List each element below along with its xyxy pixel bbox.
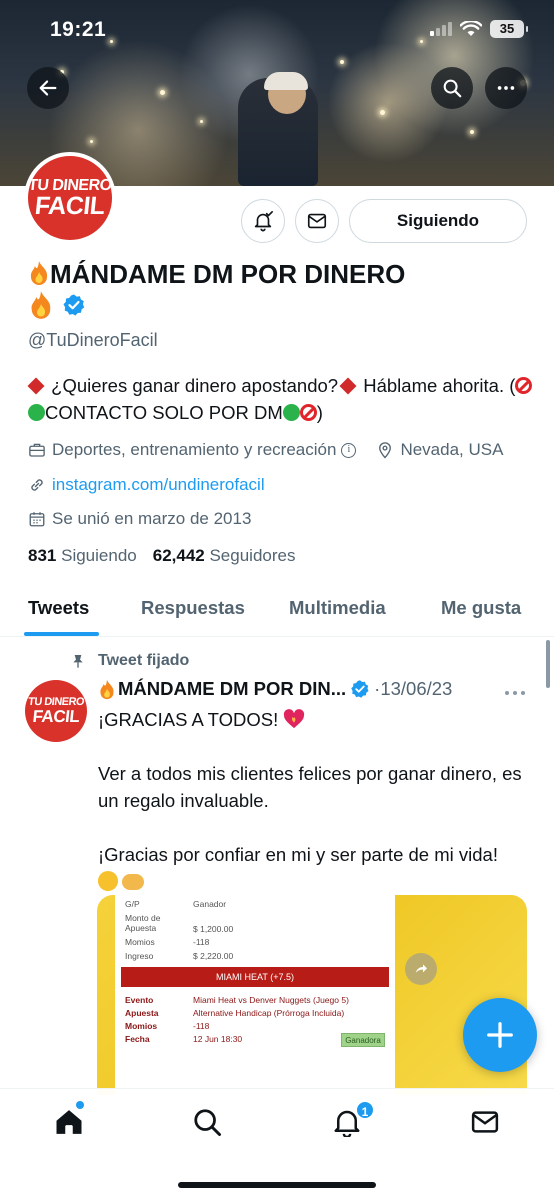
- profile-bio: ¿Quieres ganar dinero apostando? Háblame…: [27, 372, 538, 426]
- avatar-logo: TU DINERO FACIL: [27, 176, 113, 220]
- pin-icon: [73, 655, 83, 668]
- more-dots-icon: [497, 86, 515, 90]
- tab-tweets[interactable]: Tweets: [28, 597, 89, 619]
- fire-icon: [100, 679, 114, 699]
- handshake-icon: [122, 874, 144, 890]
- followers-stat[interactable]: 62,442 Seguidores: [153, 546, 296, 566]
- tweet-author-avatar[interactable]: TU DINERO FACIL: [25, 680, 87, 742]
- tweet-date[interactable]: ·13/06/23: [374, 678, 452, 700]
- active-tab-indicator: [24, 632, 99, 636]
- status-time: 19:21: [50, 18, 107, 41]
- more-options-button[interactable]: [485, 67, 527, 109]
- tab-replies[interactable]: Respuestas: [141, 597, 245, 619]
- home-indicator[interactable]: [178, 1182, 376, 1188]
- tab-likes[interactable]: Me gusta: [441, 597, 521, 619]
- fire-icon: [30, 261, 48, 285]
- follow-stats: 831 Siguiendo 62,442 Seguidores: [28, 546, 295, 566]
- tweet-header: MÁNDAME DM POR DIN... ·13/06/23: [98, 678, 538, 700]
- profile-tabs: Tweets Respuestas Multimedia Me gusta: [0, 585, 554, 637]
- pinned-tweet-label: Tweet fijado: [70, 652, 189, 670]
- profile-website[interactable]: instagram.com/undinerofacil: [28, 475, 265, 495]
- search-icon: [443, 79, 462, 98]
- back-button[interactable]: [27, 67, 69, 109]
- profile-avatar[interactable]: TU DINERO FACIL: [24, 152, 116, 244]
- profile-handle: @TuDineroFacil: [28, 330, 158, 350]
- bell-check-icon: [254, 211, 273, 232]
- red-diamond-icon: [27, 377, 45, 395]
- green-circle-icon: [28, 404, 45, 421]
- arrow-left-icon: [39, 80, 57, 96]
- share-arrow-icon[interactable]: [405, 953, 437, 985]
- no-entry-icon: [515, 377, 533, 394]
- verified-badge-icon[interactable]: [346, 679, 370, 699]
- tweet-more-button[interactable]: [504, 680, 526, 703]
- tab-media[interactable]: Multimedia: [289, 597, 386, 619]
- profile-joined: Se unió en marzo de 2013: [28, 509, 251, 529]
- pleading-face-icon: [98, 871, 118, 891]
- message-button[interactable]: [295, 199, 339, 243]
- link-icon: [31, 479, 43, 491]
- wifi-icon: [460, 21, 482, 36]
- verified-badge-icon[interactable]: [62, 293, 86, 317]
- tweet-image[interactable]: G/P Ganador Monto de Apuesta $ 1,200.00 Mo…: [97, 895, 527, 1095]
- no-entry-icon: [299, 404, 317, 421]
- bet-team-banner: MIAMI HEAT (+7.5): [121, 967, 389, 987]
- green-circle-icon: [282, 404, 300, 421]
- search-button[interactable]: [431, 67, 473, 109]
- signal-icon: [430, 22, 452, 36]
- notifications-subscribe-button[interactable]: [241, 199, 285, 243]
- following-stat[interactable]: 831 Siguiendo: [28, 546, 137, 566]
- battery-indicator: 35: [490, 20, 528, 38]
- profile-display-name: MÁNDAME DM POR DINERO: [28, 257, 528, 291]
- nav-home[interactable]: [54, 1101, 88, 1141]
- red-diamond-icon: [339, 377, 357, 395]
- status-bar: 19:21 35: [0, 0, 554, 60]
- website-link[interactable]: instagram.com/undinerofacil: [52, 475, 265, 495]
- plus-icon: [487, 1022, 513, 1048]
- tweet-text: ¡GRACIAS A TODOS! Ver a todos mis client…: [98, 706, 538, 895]
- search-icon: [194, 1109, 221, 1136]
- calendar-icon: [29, 512, 45, 527]
- tweet-author-name[interactable]: MÁNDAME DM POR DIN...: [118, 678, 346, 700]
- briefcase-icon: [29, 443, 45, 457]
- nav-messages[interactable]: [470, 1107, 504, 1141]
- profile-location: Nevada, USA: [400, 440, 504, 459]
- compose-tweet-button[interactable]: [463, 998, 537, 1072]
- mail-icon: [471, 1111, 499, 1133]
- profile-category: Deportes, entrenamiento y recreación i N…: [28, 440, 503, 460]
- bet-receipt: G/P Ganador Monto de Apuesta $ 1,200.00 Mo…: [115, 895, 395, 1095]
- heart-on-fire-icon: [284, 709, 305, 729]
- home-icon: [56, 1110, 82, 1134]
- scrollbar[interactable]: [546, 640, 550, 688]
- mail-icon: [307, 213, 327, 229]
- nav-search[interactable]: [192, 1107, 226, 1141]
- bet-result-badge: Ganadora: [341, 1033, 385, 1047]
- home-new-dot: [76, 1101, 84, 1109]
- info-icon[interactable]: i: [341, 442, 357, 458]
- location-pin-icon: [379, 442, 392, 459]
- notifications-badge: 1: [355, 1100, 375, 1120]
- fire-icon: [31, 291, 51, 319]
- following-button[interactable]: Siguiendo: [349, 199, 527, 243]
- more-dots-icon: [505, 691, 525, 695]
- avatar-logo: TU DINERO FACIL: [27, 696, 85, 726]
